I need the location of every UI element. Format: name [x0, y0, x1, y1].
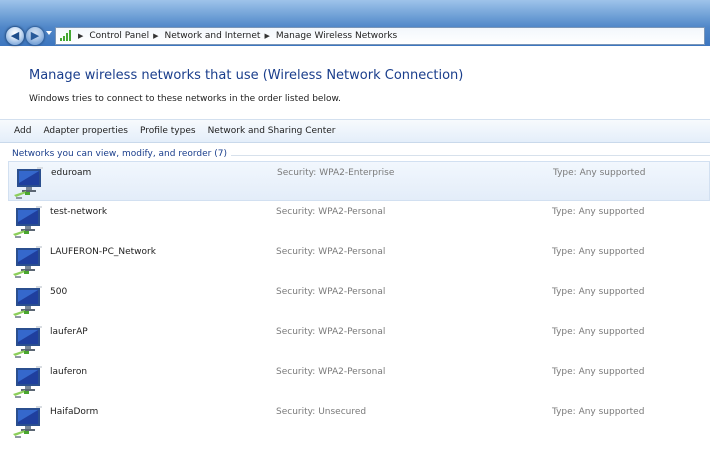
address-bar[interactable]: ▶ Control Panel ▶ Network and Internet ▶… — [55, 27, 705, 45]
breadcrumb-network-and-internet[interactable]: Network and Internet — [164, 31, 260, 41]
network-type: Type: Any supported — [552, 247, 645, 257]
profile-types-button[interactable]: Profile types — [134, 126, 202, 136]
network-type: Type: Any supported — [552, 367, 645, 377]
network-security: Security: WPA2-Personal — [276, 247, 386, 257]
network-name: lauferAP — [50, 327, 88, 337]
network-security: Security: WPA2-Personal — [276, 287, 386, 297]
network-name: eduroam — [51, 168, 92, 178]
page-title: Manage wireless networks that use (Wirel… — [29, 68, 464, 83]
back-arrow-icon[interactable]: ◀ — [5, 26, 25, 46]
network-security: Security: WPA2-Enterprise — [277, 168, 395, 178]
network-security: Security: WPA2-Personal — [276, 367, 386, 377]
recent-pages-dropdown[interactable] — [46, 31, 52, 35]
network-row[interactable]: lauferAP Security: WPA2-Personal Type: Any… — [8, 321, 710, 361]
network-security: Security: WPA2-Personal — [276, 327, 386, 337]
wireless-network-icon — [12, 245, 44, 279]
network-type: Type: Any supported — [552, 287, 645, 297]
network-name: LAUFERON-PC_Network — [50, 247, 156, 257]
network-row[interactable]: HaifaDorm Security: Unsecured Type: Any su… — [8, 401, 710, 441]
network-signal-icon — [58, 30, 74, 42]
network-name: test-network — [50, 207, 108, 217]
breadcrumb-manage-wireless-networks[interactable]: Manage Wireless Networks — [276, 31, 397, 41]
network-sharing-center-button[interactable]: Network and Sharing Center — [202, 126, 342, 136]
group-divider — [212, 155, 710, 156]
wireless-network-icon — [12, 405, 44, 439]
network-name: lauferon — [50, 367, 88, 377]
wireless-network-icon — [12, 365, 44, 399]
network-type: Type: Any supported — [552, 327, 645, 337]
network-type: Type: Any supported — [552, 407, 645, 417]
network-row[interactable]: eduroam Security: WPA2-Enterprise Type: An… — [8, 161, 710, 201]
network-name: HaifaDorm — [50, 407, 99, 417]
network-type: Type: Any supported — [552, 207, 645, 217]
window-titlebar: ◀ ▶ ▶ Control Panel ▶ Network and Intern… — [0, 0, 710, 46]
network-row[interactable]: LAUFERON-PC_Network Security: WPA2-Person… — [8, 241, 710, 281]
chevron-right-icon[interactable]: ▶ — [264, 32, 269, 40]
adapter-properties-button[interactable]: Adapter properties — [37, 126, 134, 136]
network-name: 500 — [50, 287, 68, 297]
network-row[interactable]: test-network Security: WPA2-Personal Type:… — [8, 201, 710, 241]
network-row[interactable]: 500 Security: WPA2-Personal Type: Any supp… — [8, 281, 710, 321]
network-row[interactable]: lauferon Security: WPA2-Personal Type: Any… — [8, 361, 710, 401]
group-header[interactable]: Networks you can view, modify, and reord… — [12, 149, 231, 159]
forward-arrow-icon[interactable]: ▶ — [25, 26, 45, 46]
add-button[interactable]: Add — [0, 126, 37, 136]
page-description: Windows tries to connect to these networ… — [29, 94, 341, 104]
wireless-network-icon — [12, 325, 44, 359]
breadcrumb-control-panel[interactable]: Control Panel — [89, 31, 149, 41]
wireless-network-icon — [12, 285, 44, 319]
chevron-right-icon[interactable]: ▶ — [153, 32, 158, 40]
network-type: Type: Any supported — [553, 168, 646, 178]
command-toolbar: Add Adapter properties Profile types Net… — [0, 119, 710, 143]
wireless-network-icon — [13, 166, 45, 200]
chevron-right-icon[interactable]: ▶ — [78, 32, 83, 40]
network-security: Security: Unsecured — [276, 407, 367, 417]
network-security: Security: WPA2-Personal — [276, 207, 386, 217]
wireless-network-icon — [12, 205, 44, 239]
